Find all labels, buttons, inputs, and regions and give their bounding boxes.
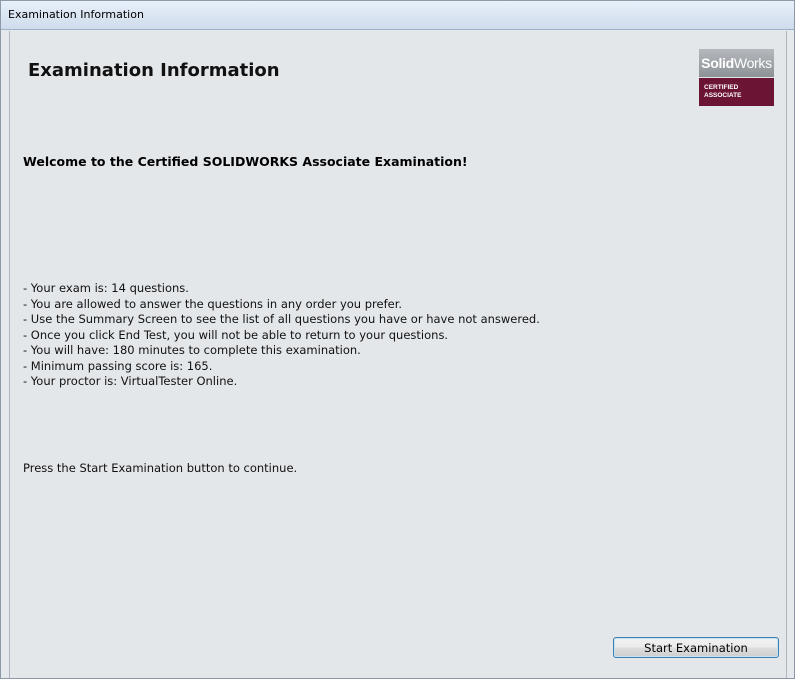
welcome-heading: Welcome to the Certified SOLIDWORKS Asso…	[23, 154, 468, 169]
logo-brand: SolidWorks	[699, 49, 774, 77]
logo-brand-bold: Solid	[701, 55, 734, 71]
page-title: Examination Information	[28, 60, 280, 81]
rule-item: - Use the Summary Screen to see the list…	[23, 312, 540, 326]
rule-item: - You will have: 180 minutes to complete…	[23, 343, 361, 357]
rule-item: - Your exam is: 14 questions.	[23, 281, 189, 295]
continue-instruction: Press the Start Examination button to co…	[23, 461, 298, 475]
exam-rules-list: - Your exam is: 14 questions. - You are …	[23, 281, 540, 390]
logo-certification: CERTIFIED ASSOCIATE	[699, 78, 774, 106]
start-examination-button[interactable]: Start Examination	[613, 637, 779, 658]
exam-window: Examination Information Examination Info…	[0, 0, 795, 679]
title-bar: Examination Information	[1, 1, 794, 30]
rule-item: - Once you click End Test, you will not …	[23, 327, 449, 342]
window-title: Examination Information	[8, 8, 144, 21]
logo-line-associate: ASSOCIATE	[704, 92, 742, 99]
solidworks-certified-associate-logo: SolidWorks CERTIFIED ASSOCIATE	[699, 49, 774, 106]
rule-item: - Your proctor is: VirtualTester Online.	[23, 374, 238, 388]
rule-item: - You are allowed to answer the question…	[23, 296, 403, 311]
logo-brand-regular: Works	[733, 55, 772, 71]
logo-line-certified: CERTIFIED	[704, 84, 739, 91]
rule-item: - Minimum passing score is: 165.	[23, 358, 213, 373]
content-panel: Examination Information SolidWorks CERTI…	[9, 31, 787, 678]
